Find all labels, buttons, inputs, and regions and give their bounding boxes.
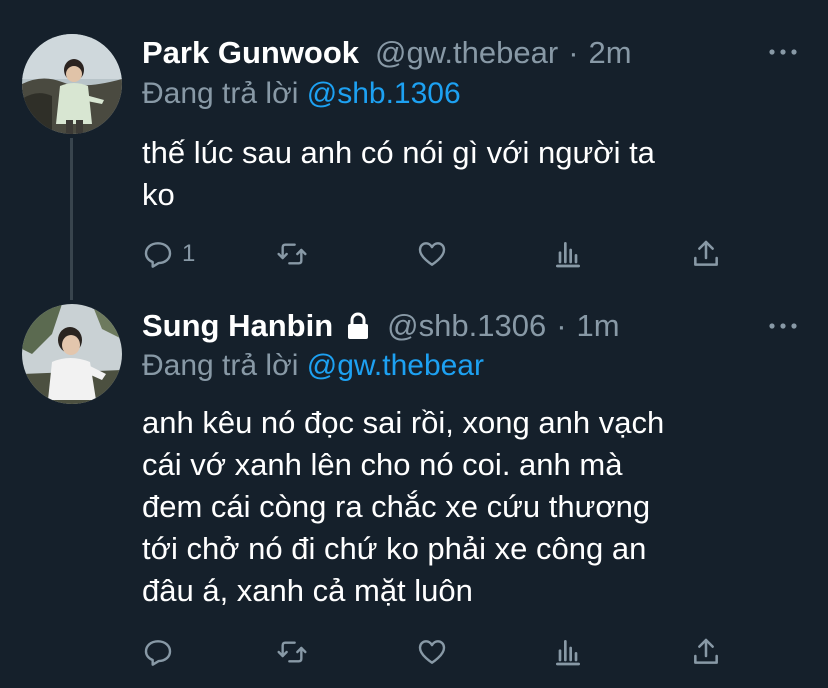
user-handle[interactable]: @gw.thebear [375, 35, 558, 71]
avatar[interactable] [22, 304, 122, 404]
retweet-button[interactable] [276, 632, 308, 672]
stats-icon [556, 640, 580, 666]
avatar[interactable] [22, 34, 122, 134]
tweet-text-line: anh kêu nó đọc sai rồi, xong anh vạch [142, 405, 665, 440]
user-handle[interactable]: @shb.1306 [387, 308, 546, 344]
reply-icon [144, 640, 172, 666]
retweet-icon [277, 641, 307, 663]
tweet-text-line: đem cái còng ra chắc xe cứu thương [142, 489, 651, 524]
more-icon[interactable] [768, 321, 798, 331]
share-button[interactable] [690, 632, 722, 672]
display-name[interactable]: Park Gunwook [142, 35, 359, 71]
replying-to: Đang trả lời @shb.1306 [142, 77, 461, 111]
like-icon [418, 242, 446, 266]
stats-icon [556, 242, 580, 268]
tweet-text-line: đâu á, xanh cả mặt luôn [142, 573, 473, 608]
tweet-text: thế lúc sau anh có nói gì với người ta k… [142, 132, 802, 216]
share-button[interactable] [690, 234, 722, 274]
reply-button[interactable] [142, 632, 182, 672]
share-icon [694, 638, 718, 664]
tweet-text-line: ko [142, 177, 175, 212]
lock-icon [348, 312, 369, 339]
action-bar: 1 [142, 234, 742, 274]
stats-button[interactable] [552, 234, 584, 274]
tweet-text-line: cái vớ xanh lên cho nó coi. anh mà [142, 447, 623, 482]
mention-link[interactable]: @gw.thebear [307, 349, 484, 382]
tweet-header: Sung Hanbin @shb.1306 · 1m [142, 304, 620, 348]
tweet-text: anh kêu nó đọc sai rồi, xong anh vạch cá… [142, 402, 802, 612]
reply-count: 1 [182, 240, 196, 267]
more-icon[interactable] [768, 47, 798, 57]
reply-icon [144, 242, 172, 268]
like-button[interactable] [416, 632, 448, 672]
share-icon [694, 240, 718, 266]
replying-to: Đang trả lời @gw.thebear [142, 349, 484, 383]
tweet-park-gunwook[interactable]: Park Gunwook @gw.thebear · 2m Đang trả l… [0, 0, 828, 292]
tweet-text-line: thế lúc sau anh có nói gì với người ta [142, 135, 655, 170]
display-name[interactable]: Sung Hanbin [142, 308, 333, 344]
reply-button[interactable]: 1 [142, 234, 195, 274]
timestamp[interactable]: 2m [589, 35, 632, 71]
mention-link[interactable]: @shb.1306 [307, 77, 461, 110]
like-button[interactable] [416, 234, 448, 274]
tweet-header: Park Gunwook @gw.thebear · 2m [142, 31, 632, 75]
tweet-sung-hanbin[interactable]: Sung Hanbin @shb.1306 · 1m Đang trả lời … [0, 292, 828, 688]
retweet-icon [277, 243, 307, 265]
action-bar [142, 632, 742, 672]
stats-button[interactable] [552, 632, 584, 672]
tweet-text-line: tới chở nó đi chứ ko phải xe công an [142, 531, 647, 566]
replying-to-label: Đang trả lời [142, 77, 299, 110]
like-icon [418, 640, 446, 664]
separator-dot: · [556, 308, 567, 343]
replying-to-label: Đang trả lời [142, 349, 299, 382]
timestamp[interactable]: 1m [577, 308, 620, 344]
separator-dot: · [568, 35, 579, 70]
retweet-button[interactable] [276, 234, 308, 274]
